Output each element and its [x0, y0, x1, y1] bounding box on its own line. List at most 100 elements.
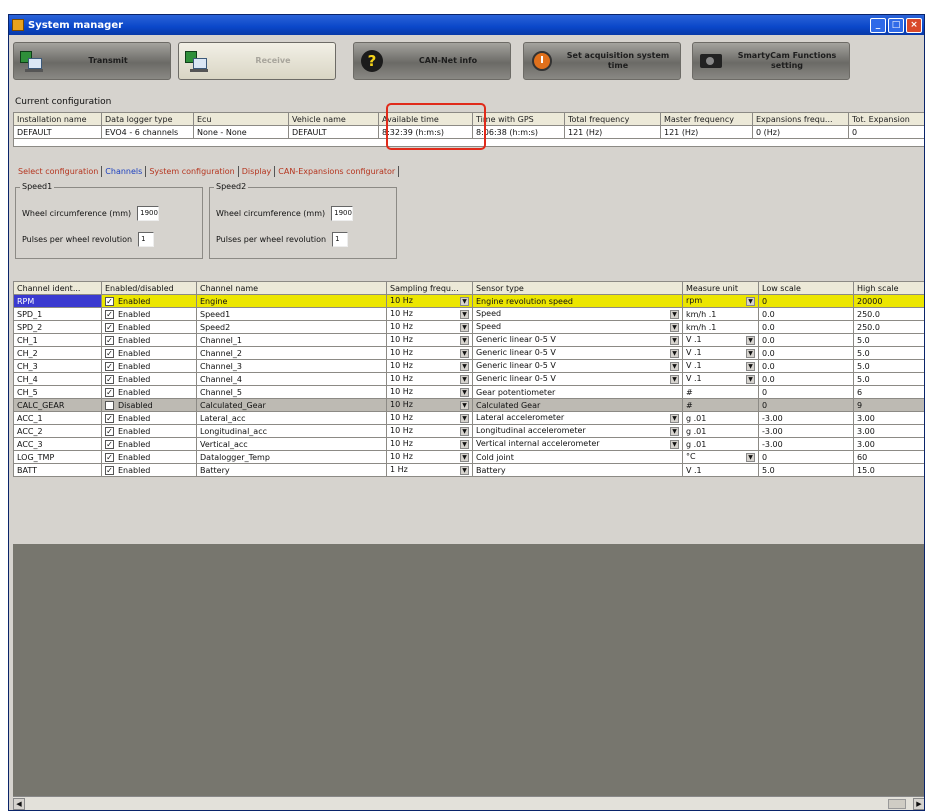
horizontal-scrollbar[interactable]: ◀ ▶ [13, 796, 924, 810]
enabled-cell[interactable]: ✓ Enabled [101, 294, 197, 308]
sampling-frequency-select[interactable]: ▼ 10 Hz [386, 372, 473, 386]
speed2-circ-input[interactable]: 1900 [331, 206, 354, 221]
header-enabled-disabled[interactable]: Enabled/disabled [101, 281, 197, 295]
measure-unit-select[interactable]: ▼ V .1 [682, 372, 759, 386]
sensor-type-select[interactable]: Gear potentiometer [472, 385, 683, 399]
channel-row[interactable]: BATT ✓ Enabled Battery ▼ 1 Hz Battery V .1 5.0 15… [13, 463, 924, 477]
frequency-dropdown-icon[interactable]: ▼ [460, 401, 469, 410]
channel-row[interactable]: RPM ✓ Enabled Engine ▼ 10 Hz Engine revolution… [13, 294, 924, 308]
measure-unit-select[interactable]: g .01 [682, 411, 759, 425]
high-scale[interactable]: 20000 [853, 294, 924, 308]
measure-unit-select[interactable]: g .01 [682, 437, 759, 451]
low-scale[interactable]: 0.0 [758, 346, 854, 360]
close-button[interactable]: × [906, 17, 922, 33]
header-high-scale[interactable]: High scale [853, 281, 924, 295]
enabled-cell[interactable]: ✓ Enabled [101, 437, 197, 451]
channel-identifier[interactable]: CH_3 [13, 359, 102, 373]
high-scale[interactable]: 60 [853, 450, 924, 464]
frequency-dropdown-icon[interactable]: ▼ [460, 349, 469, 358]
sensor-type-select[interactable]: Cold joint [472, 450, 683, 464]
sensor-dropdown-icon[interactable]: ▼ [670, 414, 679, 423]
channel-identifier[interactable]: ACC_1 [13, 411, 102, 425]
frequency-dropdown-icon[interactable]: ▼ [460, 453, 469, 462]
enabled-cell[interactable]: ✓ Enabled [101, 346, 197, 360]
frequency-dropdown-icon[interactable]: ▼ [460, 414, 469, 423]
low-scale[interactable]: 0.0 [758, 372, 854, 386]
sampling-frequency-select[interactable]: ▼ 10 Hz [386, 411, 473, 425]
enabled-checkbox[interactable]: ✓ [105, 452, 114, 462]
enabled-checkbox[interactable]: ✓ [105, 296, 114, 306]
channel-name[interactable]: Channel_2 [196, 346, 387, 360]
scroll-right-icon[interactable]: ▶ [913, 798, 924, 810]
header-channel-name[interactable]: Channel name [196, 281, 387, 295]
enabled-cell[interactable]: ✓ Enabled [101, 463, 197, 477]
sampling-frequency-select[interactable]: ▼ 10 Hz [386, 320, 473, 334]
scroll-thumb[interactable] [888, 799, 906, 809]
smartycam-settings-button[interactable]: SmartyCam Functions setting [692, 42, 850, 80]
frequency-dropdown-icon[interactable]: ▼ [460, 440, 469, 449]
measure-unit-select[interactable]: ▼ V .1 [682, 359, 759, 373]
header-vehicle-name[interactable]: Vehicle name [288, 112, 379, 126]
low-scale[interactable]: -3.00 [758, 424, 854, 438]
sampling-frequency-select[interactable]: ▼ 10 Hz [386, 333, 473, 347]
set-acquisition-time-button[interactable]: Set acquisition system time [523, 42, 681, 80]
channel-row[interactable]: LOG_TMP ✓ Enabled Datalogger_Temp ▼ 10 Hz Cold… [13, 450, 924, 464]
enabled-cell[interactable]: Disabled [101, 398, 197, 412]
unit-dropdown-icon[interactable]: ▼ [746, 336, 755, 345]
measure-unit-select[interactable]: # [682, 385, 759, 399]
sampling-frequency-select[interactable]: ▼ 1 Hz [386, 463, 473, 477]
measure-unit-select[interactable]: g .01 [682, 424, 759, 438]
enabled-checkbox[interactable]: ✓ [105, 465, 114, 475]
channel-identifier[interactable]: LOG_TMP [13, 450, 102, 464]
channel-row[interactable]: ACC_1 ✓ Enabled Lateral_acc ▼ 10 Hz ▼ Lateral a… [13, 411, 924, 425]
receive-button[interactable]: Receive [178, 42, 336, 80]
channel-name[interactable]: Channel_1 [196, 333, 387, 347]
high-scale[interactable]: 9 [853, 398, 924, 412]
sensor-dropdown-icon[interactable]: ▼ [670, 427, 679, 436]
header-data-logger-type[interactable]: Data logger type [101, 112, 194, 126]
tab-system-configuration[interactable]: System configuration [146, 166, 239, 177]
channel-name[interactable]: Calculated_Gear [196, 398, 387, 412]
unit-dropdown-icon[interactable]: ▼ [746, 297, 755, 306]
speed1-pulses-input[interactable]: 1 [138, 232, 155, 247]
header-sensor-type[interactable]: Sensor type [472, 281, 683, 295]
tab-channels[interactable]: Channels [102, 166, 147, 177]
sampling-frequency-select[interactable]: ▼ 10 Hz [386, 424, 473, 438]
measure-unit-select[interactable]: ▼ rpm [682, 294, 759, 308]
enabled-cell[interactable]: ✓ Enabled [101, 320, 197, 334]
high-scale[interactable]: 5.0 [853, 372, 924, 386]
channel-identifier[interactable]: CH_5 [13, 385, 102, 399]
maximize-button[interactable]: □ [888, 17, 904, 33]
sensor-dropdown-icon[interactable]: ▼ [670, 349, 679, 358]
channel-row[interactable]: CH_5 ✓ Enabled Channel_5 ▼ 10 Hz Gear potentio… [13, 385, 924, 399]
low-scale[interactable]: 0 [758, 450, 854, 464]
header-ecu[interactable]: Ecu [193, 112, 289, 126]
channel-name[interactable]: Battery [196, 463, 387, 477]
sampling-frequency-select[interactable]: ▼ 10 Hz [386, 359, 473, 373]
sampling-frequency-select[interactable]: ▼ 10 Hz [386, 307, 473, 321]
sampling-frequency-select[interactable]: ▼ 10 Hz [386, 346, 473, 360]
high-scale[interactable]: 5.0 [853, 333, 924, 347]
enabled-checkbox[interactable]: ✓ [105, 322, 114, 332]
channel-identifier[interactable]: SPD_2 [13, 320, 102, 334]
sampling-frequency-select[interactable]: ▼ 10 Hz [386, 385, 473, 399]
sensor-type-select[interactable]: ▼ Speed [472, 307, 683, 321]
speed2-pulses-input[interactable]: 1 [332, 232, 349, 247]
channel-identifier[interactable]: BATT [13, 463, 102, 477]
measure-unit-select[interactable]: km/h .1 [682, 307, 759, 321]
channel-identifier[interactable]: CH_1 [13, 333, 102, 347]
header-channel-identifier[interactable]: Channel ident... [13, 281, 102, 295]
header-master-frequency[interactable]: Master frequency [660, 112, 753, 126]
channel-name[interactable]: Longitudinal_acc [196, 424, 387, 438]
measure-unit-select[interactable]: km/h .1 [682, 320, 759, 334]
frequency-dropdown-icon[interactable]: ▼ [460, 375, 469, 384]
sensor-type-select[interactable]: ▼ Speed [472, 320, 683, 334]
tab-can-expansions-configurator[interactable]: CAN-Expansions configurator [275, 166, 400, 177]
enabled-checkbox[interactable]: ✓ [105, 374, 114, 384]
high-scale[interactable]: 250.0 [853, 307, 924, 321]
channel-name[interactable]: Channel_4 [196, 372, 387, 386]
channel-identifier[interactable]: ACC_2 [13, 424, 102, 438]
measure-unit-select[interactable]: # [682, 398, 759, 412]
high-scale[interactable]: 15.0 [853, 463, 924, 477]
channel-name[interactable]: Channel_3 [196, 359, 387, 373]
